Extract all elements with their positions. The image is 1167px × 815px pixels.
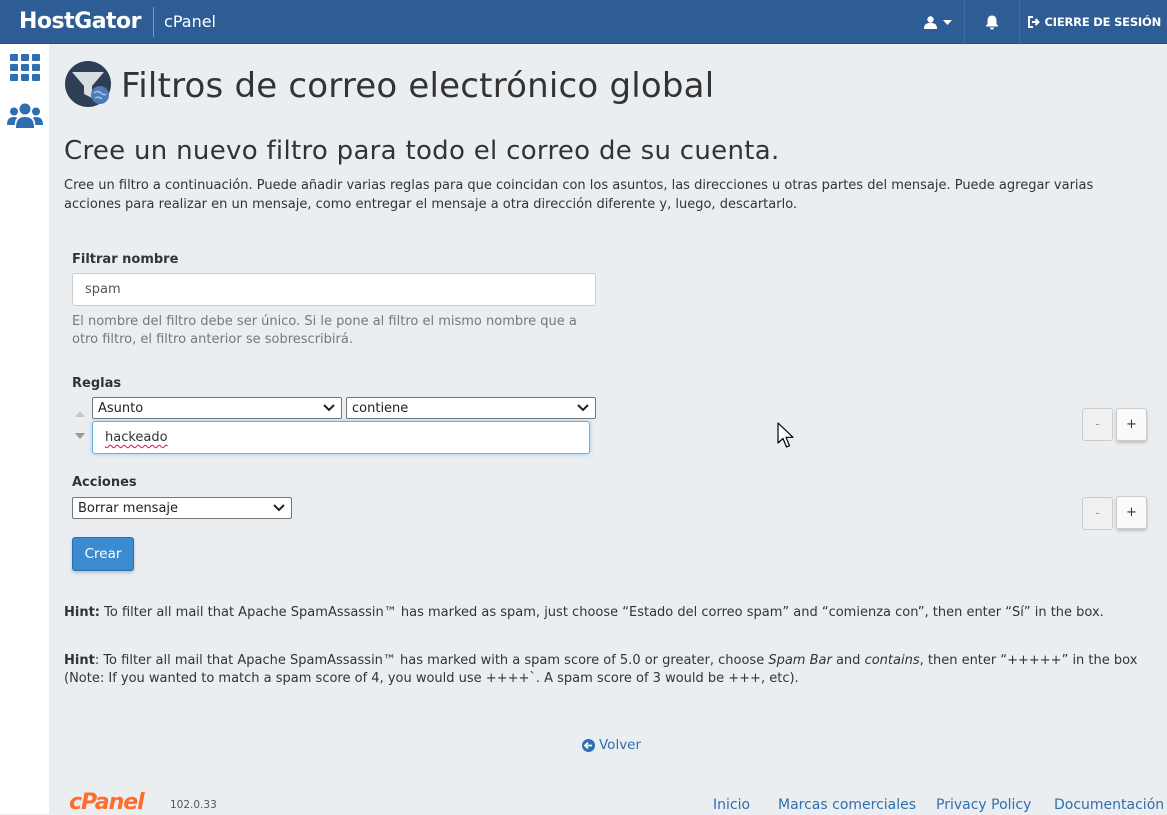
cpanel-logo[interactable]: cPanel	[69, 790, 145, 815]
actions-label: Acciones	[72, 475, 137, 490]
logout-icon	[1027, 16, 1040, 28]
rule-operator-value: contiene	[352, 400, 409, 416]
hint-emphasis: contains	[864, 653, 920, 668]
chevron-down-icon	[577, 404, 589, 412]
footer-link-privacy[interactable]: Privacy Policy	[936, 797, 1031, 813]
sort-up-icon[interactable]	[75, 411, 85, 417]
version-number: 102.0.33	[170, 799, 217, 811]
footer-link-home[interactable]: Inicio	[713, 797, 750, 813]
page-title: Filtros de correo electrónico global	[121, 66, 715, 106]
sidebar	[0, 44, 49, 814]
logout-label: CIERRE DE SESIÓN	[1044, 15, 1162, 29]
footer-link-docs[interactable]: Documentación	[1054, 797, 1164, 813]
sidebar-item-users[interactable]	[0, 92, 49, 140]
caret-down-icon	[942, 19, 952, 25]
back-arrow-icon	[582, 738, 595, 752]
brand-divider	[153, 6, 155, 37]
remove-rule-button[interactable]: -	[1082, 408, 1113, 441]
hint-text: : To filter all mail that Apache SpamAss…	[94, 653, 769, 668]
logout-button[interactable]: CIERRE DE SESIÓN	[1020, 0, 1167, 44]
rule-operator-select[interactable]: contiene	[346, 397, 596, 419]
filter-form: Filtrar nombre spam El nombre del filtro…	[72, 252, 1159, 349]
rule-field-value: Asunto	[98, 400, 144, 416]
brand-logo[interactable]: HostGator	[19, 9, 142, 34]
main-content: Filtros de correo electrónico global Cre…	[64, 44, 1159, 349]
footer: cPanel 102.0.33 Inicio Marcas comerciale…	[0, 790, 1167, 815]
global-filter-icon	[65, 61, 111, 107]
page-header: Filtros de correo electrónico global	[64, 44, 1159, 128]
hint-spam-status: Hint: To filter all mail that Apache Spa…	[64, 604, 1159, 622]
chevron-down-icon	[323, 404, 335, 412]
rules-label: Reglas	[72, 376, 122, 391]
users-icon	[6, 103, 43, 128]
top-navbar: HostGator cPanel CIERRE DE SESIÓN	[0, 0, 1167, 44]
back-link[interactable]: Volver	[582, 737, 641, 753]
footer-link-trademarks[interactable]: Marcas comerciales	[778, 797, 916, 813]
action-select[interactable]: Borrar mensaje	[72, 497, 292, 519]
section-subtitle: Cree un nuevo filtro para todo el correo…	[64, 136, 780, 166]
sort-down-icon[interactable]	[75, 433, 85, 439]
sidebar-item-home[interactable]	[0, 44, 49, 92]
filter-name-label: Filtrar nombre	[72, 252, 179, 267]
hint-label: Hint	[64, 653, 95, 668]
hint-text: To filter all mail that Apache SpamAssas…	[100, 605, 1104, 620]
back-link-label: Volver	[599, 737, 642, 753]
filter-name-input[interactable]: spam	[72, 273, 596, 306]
user-icon	[923, 15, 937, 29]
hint-emphasis: Spam Bar	[768, 653, 832, 668]
apps-grid-icon	[9, 54, 40, 81]
bell-icon	[985, 15, 999, 29]
notifications-button[interactable]	[965, 0, 1019, 44]
top-right-menu: CIERRE DE SESIÓN	[912, 0, 1167, 44]
remove-action-button[interactable]: -	[1082, 497, 1113, 530]
add-action-button[interactable]: +	[1116, 496, 1147, 529]
add-rule-button[interactable]: +	[1116, 408, 1147, 441]
hint-text: and	[831, 653, 865, 668]
mouse-cursor-icon	[777, 422, 794, 448]
section-description: Cree un filtro a continuación. Puede aña…	[64, 178, 1094, 212]
product-name: cPanel	[164, 12, 216, 31]
rule-value-text: hackeado	[105, 430, 168, 445]
rule-value-input[interactable]: hackeado	[92, 421, 590, 454]
action-value: Borrar mensaje	[78, 500, 179, 516]
hint-label: Hint:	[64, 605, 101, 620]
create-button[interactable]: Crear	[72, 537, 134, 571]
user-menu-button[interactable]	[912, 0, 964, 44]
rule-field-select[interactable]: Asunto	[92, 397, 342, 419]
hint-spam-score: Hint: To filter all mail that Apache Spa…	[64, 652, 1159, 688]
chevron-down-icon	[273, 504, 285, 512]
filter-name-help: El nombre del filtro debe ser único. Si …	[72, 314, 577, 347]
